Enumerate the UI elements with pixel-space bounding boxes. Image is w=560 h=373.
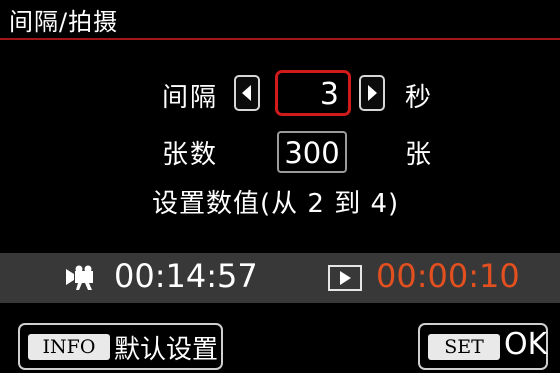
right-triangle-icon	[368, 85, 377, 101]
shots-label: 张数	[162, 140, 219, 170]
range-hint: 设置数值(从 2 到 4)	[152, 189, 400, 219]
default-settings-button[interactable]: INFO 默认设置	[18, 323, 223, 370]
shots-value-field[interactable]: 300	[277, 131, 347, 173]
ok-label: OK	[504, 327, 548, 362]
set-ok-button[interactable]: SET OK	[418, 323, 548, 370]
interval-shooting-screen: 间隔/拍摄 间隔 3 秒 张数 300 张 设置数值(从 2 到 4) 00:1…	[0, 0, 560, 373]
play-icon	[328, 265, 362, 291]
movie-duration: 00:14:57	[114, 257, 258, 295]
page-title: 间隔/拍摄	[9, 8, 119, 36]
interval-value: 3	[319, 77, 339, 112]
interval-increase-button[interactable]	[359, 75, 385, 111]
info-key-badge: INFO	[28, 334, 110, 360]
title-divider	[0, 38, 560, 40]
movie-camera-icon	[66, 265, 93, 290]
interval-decrease-button[interactable]	[234, 75, 260, 111]
left-triangle-icon	[242, 85, 251, 101]
shots-value: 300	[284, 136, 340, 170]
interval-label: 间隔	[162, 83, 219, 113]
interval-unit: 秒	[405, 83, 432, 113]
default-settings-label: 默认设置	[114, 335, 219, 365]
playback-duration: 00:00:10	[376, 257, 520, 295]
set-key-badge: SET	[428, 334, 500, 360]
interval-value-field[interactable]: 3	[275, 70, 351, 116]
shots-unit: 张	[405, 140, 432, 170]
